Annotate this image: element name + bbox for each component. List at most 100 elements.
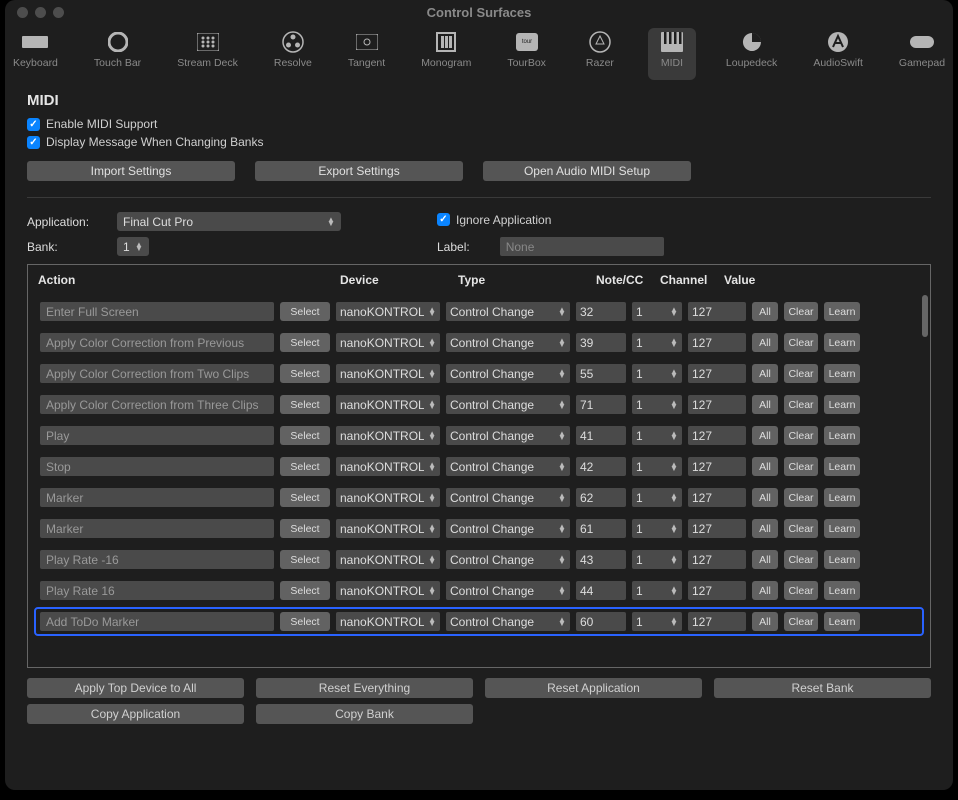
clear-button[interactable]: Clear [784,488,818,507]
toolbar-item-tourbox[interactable]: tourTourBox [501,28,552,80]
channel-select[interactable]: 1 [632,426,682,445]
device-select[interactable]: nanoKONTROL [336,550,440,569]
toolbar-item-razer[interactable]: Razer [576,28,624,80]
select-button[interactable]: Select [280,364,330,383]
zoom-icon[interactable] [53,7,64,18]
value-field[interactable]: 127 [688,364,746,383]
toolbar-item-keyboard[interactable]: Keyboard [7,28,64,80]
action-field[interactable]: Marker [40,488,274,507]
reset-application-button[interactable]: Reset Application [485,678,702,698]
import-settings-button[interactable]: Import Settings [27,161,235,181]
type-select[interactable]: Control Change [446,457,570,476]
table-row[interactable]: Apply Color Correction from PreviousSele… [34,328,924,357]
copy-bank-button[interactable]: Copy Bank [256,704,473,724]
channel-select[interactable]: 1 [632,302,682,321]
channel-select[interactable]: 1 [632,612,682,631]
channel-select[interactable]: 1 [632,550,682,569]
value-field[interactable]: 127 [688,302,746,321]
notecc-field[interactable]: 60 [576,612,626,631]
type-select[interactable]: Control Change [446,333,570,352]
clear-button[interactable]: Clear [784,612,818,631]
action-field[interactable]: Play Rate -16 [40,550,274,569]
table-row[interactable]: PlaySelectnanoKONTROLControl Change41112… [34,421,924,450]
notecc-field[interactable]: 61 [576,519,626,538]
toolbar-item-streamdeck[interactable]: Stream Deck [171,28,244,80]
channel-select[interactable]: 1 [632,581,682,600]
all-button[interactable]: All [752,612,778,631]
clear-button[interactable]: Clear [784,519,818,538]
all-button[interactable]: All [752,457,778,476]
clear-button[interactable]: Clear [784,302,818,321]
table-row[interactable]: StopSelectnanoKONTROLControl Change42112… [34,452,924,481]
device-select[interactable]: nanoKONTROL [336,426,440,445]
device-select[interactable]: nanoKONTROL [336,333,440,352]
application-select[interactable]: Final Cut Pro [117,212,341,231]
device-select[interactable]: nanoKONTROL [336,395,440,414]
table-row[interactable]: Enter Full ScreenSelectnanoKONTROLContro… [34,297,924,326]
learn-button[interactable]: Learn [824,364,860,383]
learn-button[interactable]: Learn [824,333,860,352]
select-button[interactable]: Select [280,395,330,414]
channel-select[interactable]: 1 [632,488,682,507]
device-select[interactable]: nanoKONTROL [336,457,440,476]
table-row[interactable]: Add ToDo MarkerSelectnanoKONTROLControl … [34,607,924,636]
learn-button[interactable]: Learn [824,302,860,321]
toolbar-item-tangent[interactable]: Tangent [342,28,391,80]
toolbar-item-touchbar[interactable]: Touch Bar [88,28,147,80]
notecc-field[interactable]: 71 [576,395,626,414]
clear-button[interactable]: Clear [784,333,818,352]
notecc-field[interactable]: 43 [576,550,626,569]
type-select[interactable]: Control Change [446,395,570,414]
value-field[interactable]: 127 [688,395,746,414]
value-field[interactable]: 127 [688,550,746,569]
notecc-field[interactable]: 44 [576,581,626,600]
action-field[interactable]: Apply Color Correction from Previous [40,333,274,352]
action-field[interactable]: Add ToDo Marker [40,612,274,631]
channel-select[interactable]: 1 [632,364,682,383]
channel-select[interactable]: 1 [632,395,682,414]
label-input[interactable]: None [500,237,664,256]
display-message-checkbox[interactable]: ✓ [27,136,40,149]
clear-button[interactable]: Clear [784,581,818,600]
table-row[interactable]: Play Rate 16SelectnanoKONTROLControl Cha… [34,576,924,605]
select-button[interactable]: Select [280,612,330,631]
minimize-icon[interactable] [35,7,46,18]
table-row[interactable]: MarkerSelectnanoKONTROLControl Change611… [34,514,924,543]
learn-button[interactable]: Learn [824,457,860,476]
toolbar-item-gamepad[interactable]: Gamepad [893,28,951,80]
all-button[interactable]: All [752,426,778,445]
export-settings-button[interactable]: Export Settings [255,161,463,181]
device-select[interactable]: nanoKONTROL [336,612,440,631]
all-button[interactable]: All [752,488,778,507]
device-select[interactable]: nanoKONTROL [336,488,440,507]
device-select[interactable]: nanoKONTROL [336,302,440,321]
all-button[interactable]: All [752,581,778,600]
type-select[interactable]: Control Change [446,581,570,600]
value-field[interactable]: 127 [688,457,746,476]
channel-select[interactable]: 1 [632,519,682,538]
type-select[interactable]: Control Change [446,550,570,569]
all-button[interactable]: All [752,302,778,321]
scrollbar[interactable] [922,295,928,337]
action-field[interactable]: Apply Color Correction from Two Clips [40,364,274,383]
all-button[interactable]: All [752,550,778,569]
device-select[interactable]: nanoKONTROL [336,364,440,383]
toolbar-item-loupedeck[interactable]: Loupedeck [720,28,783,80]
select-button[interactable]: Select [280,302,330,321]
type-select[interactable]: Control Change [446,519,570,538]
all-button[interactable]: All [752,519,778,538]
learn-button[interactable]: Learn [824,488,860,507]
device-select[interactable]: nanoKONTROL [336,581,440,600]
table-row[interactable]: MarkerSelectnanoKONTROLControl Change621… [34,483,924,512]
value-field[interactable]: 127 [688,488,746,507]
type-select[interactable]: Control Change [446,426,570,445]
enable-midi-checkbox[interactable]: ✓ [27,118,40,131]
bank-select[interactable]: 1 [117,237,149,256]
learn-button[interactable]: Learn [824,519,860,538]
open-audio-midi-button[interactable]: Open Audio MIDI Setup [483,161,691,181]
apply-top-device-button[interactable]: Apply Top Device to All [27,678,244,698]
type-select[interactable]: Control Change [446,364,570,383]
notecc-field[interactable]: 32 [576,302,626,321]
toolbar-item-resolve[interactable]: Resolve [268,28,318,80]
value-field[interactable]: 127 [688,333,746,352]
